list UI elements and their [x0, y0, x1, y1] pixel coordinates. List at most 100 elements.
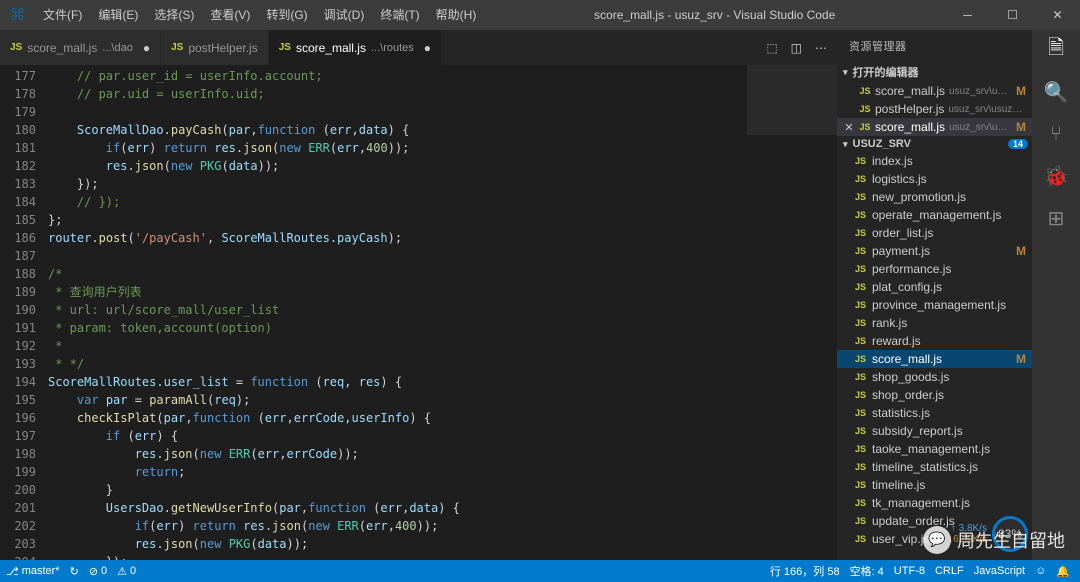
close-icon[interactable]: ✕	[843, 121, 855, 134]
menu-item[interactable]: 终端(T)	[372, 0, 427, 30]
eol[interactable]: CRLF	[935, 565, 964, 577]
js-file-icon: JS	[855, 408, 867, 418]
file-name: new_promotion.js	[872, 190, 1026, 204]
code-content[interactable]: // par.user_id = userInfo.account; // pa…	[48, 65, 747, 560]
open-editor-item[interactable]: JSscore_mall.jsusuz_srv\usuz_...M	[837, 82, 1032, 100]
file-item[interactable]: JSreward.js	[837, 332, 1032, 350]
open-editors-header[interactable]: 打开的编辑器	[837, 62, 1032, 82]
close-icon[interactable]: ●	[424, 41, 431, 55]
warnings-count[interactable]: ⚠ 0	[117, 565, 136, 578]
search-icon[interactable]: 🔍	[1044, 80, 1068, 104]
language-mode[interactable]: JavaScript	[974, 565, 1025, 577]
js-file-icon: JS	[171, 42, 183, 53]
file-name: payment.js	[872, 244, 1011, 258]
explorer-icon[interactable]: 🗎	[1044, 38, 1068, 62]
sync-button[interactable]: ↻	[70, 565, 79, 578]
memory-gauge: 83%	[992, 516, 1028, 552]
file-item[interactable]: JSnew_promotion.js	[837, 188, 1032, 206]
explorer-title: 资源管理器	[837, 30, 1032, 62]
activity-bar: 🗎 🔍 ⑂ 🐞 ⊞	[1032, 30, 1080, 560]
file-name: subsidy_report.js	[872, 424, 1026, 438]
menu-item[interactable]: 帮助(H)	[428, 0, 485, 30]
file-item[interactable]: JStimeline.js	[837, 476, 1032, 494]
compare-icon[interactable]: ⬚	[766, 41, 777, 55]
file-name: score_mall.js	[872, 352, 1011, 366]
js-file-icon: JS	[855, 156, 867, 166]
open-editor-item[interactable]: JSpostHelper.jsusuz_srv\usuz_srv\...	[837, 100, 1032, 118]
maximize-button[interactable]: ☐	[990, 0, 1035, 30]
js-file-icon: JS	[855, 390, 867, 400]
more-icon[interactable]: ⋯	[815, 41, 827, 55]
download-speed: ↓62.9K/s	[948, 534, 987, 545]
file-path: usuz_srv\usuz_srv\...	[948, 104, 1026, 115]
scm-count-badge: 14	[1008, 139, 1028, 149]
modified-badge: M	[1016, 244, 1026, 258]
window-controls: ─ ☐ ✕	[945, 0, 1080, 30]
file-item[interactable]: JS subsidy_report.js	[837, 422, 1032, 440]
file-item[interactable]: JSpayment.jsM	[837, 242, 1032, 260]
line-col[interactable]: 行 166，列 58	[770, 563, 840, 579]
project-header[interactable]: USUZ_SRV 14	[837, 136, 1032, 152]
file-name: logistics.js	[872, 172, 1026, 186]
file-item[interactable]: JSperformance.js	[837, 260, 1032, 278]
file-item[interactable]: JStaoke_management.js	[837, 440, 1032, 458]
file-item[interactable]: JSprovince_management.js	[837, 296, 1032, 314]
file-item[interactable]: JSshop_order.js	[837, 386, 1032, 404]
minimap-slider[interactable]	[747, 65, 837, 135]
minimap[interactable]	[747, 65, 837, 560]
file-name: index.js	[872, 154, 1026, 168]
js-file-icon: JS	[279, 42, 291, 53]
menu-item[interactable]: 查看(V)	[202, 0, 258, 30]
debug-icon[interactable]: 🐞	[1044, 164, 1068, 188]
open-editor-item[interactable]: ✕JSscore_mall.jsusuz_srv\usuz_...M	[837, 118, 1032, 136]
modified-badge: M	[1016, 84, 1026, 98]
source-control-icon[interactable]: ⑂	[1044, 122, 1068, 146]
notifications-icon[interactable]: 🔔	[1056, 565, 1070, 578]
file-item[interactable]: JSorder_list.js	[837, 224, 1032, 242]
file-item[interactable]: JSlogistics.js	[837, 170, 1032, 188]
dirty-icon[interactable]: ●	[143, 41, 150, 55]
menu-item[interactable]: 调试(D)	[316, 0, 373, 30]
file-name: shop_goods.js	[872, 370, 1026, 384]
file-item[interactable]: JSscore_mall.jsM	[837, 350, 1032, 368]
js-file-icon: JS	[855, 282, 867, 292]
feedback-icon[interactable]: ☺	[1035, 565, 1046, 577]
editor-tab[interactable]: JS score_mall.js ...\dao ●	[0, 30, 161, 65]
menu-item[interactable]: 选择(S)	[146, 0, 202, 30]
file-name: score_mall.js	[875, 120, 945, 134]
file-item[interactable]: JStimeline_statistics.js	[837, 458, 1032, 476]
js-file-icon: JS	[855, 516, 867, 526]
menu-item[interactable]: 转到(G)	[258, 0, 315, 30]
js-file-icon: JS	[859, 86, 871, 96]
editor-tab[interactable]: JS postHelper.js	[161, 30, 269, 65]
file-item[interactable]: JStk_management.js	[837, 494, 1032, 512]
file-item[interactable]: JSstatistics.js	[837, 404, 1032, 422]
tab-path: ...\dao	[102, 42, 133, 54]
editor-body[interactable]: 177 178 179 180 181 182 183 184 185 186 …	[0, 65, 837, 560]
js-file-icon: JS	[10, 42, 22, 53]
file-item[interactable]: JSrank.js	[837, 314, 1032, 332]
indent-info[interactable]: 空格: 4	[850, 563, 884, 579]
split-editor-icon[interactable]: ◫	[791, 41, 802, 55]
menu-item[interactable]: 编辑(E)	[90, 0, 146, 30]
js-file-icon: JS	[855, 426, 867, 436]
editor-tab[interactable]: JSscore_mall.js...\routes●	[269, 30, 442, 65]
js-file-icon: JS	[855, 462, 867, 472]
minimize-button[interactable]: ─	[945, 0, 990, 30]
file-item[interactable]: JS index.js	[837, 152, 1032, 170]
file-item[interactable]: JSshop_goods.js	[837, 368, 1032, 386]
errors-count[interactable]: ⊘ 0	[89, 565, 107, 578]
menu-bar: 文件(F)编辑(E)选择(S)查看(V)转到(G)调试(D)终端(T)帮助(H)	[35, 0, 484, 30]
extensions-icon[interactable]: ⊞	[1044, 206, 1068, 230]
tab-name: score_mall.js	[27, 41, 97, 55]
file-name: operate_management.js	[872, 208, 1026, 222]
menu-item[interactable]: 文件(F)	[35, 0, 90, 30]
encoding[interactable]: UTF-8	[894, 565, 925, 577]
js-file-icon: JS	[859, 104, 871, 114]
tab-name: postHelper.js	[188, 41, 257, 55]
git-branch[interactable]: ⎇ master*	[6, 565, 60, 578]
file-item[interactable]: JSoperate_management.js	[837, 206, 1032, 224]
js-file-icon: JS	[855, 228, 867, 238]
file-item[interactable]: JSplat_config.js	[837, 278, 1032, 296]
close-button[interactable]: ✕	[1035, 0, 1080, 30]
